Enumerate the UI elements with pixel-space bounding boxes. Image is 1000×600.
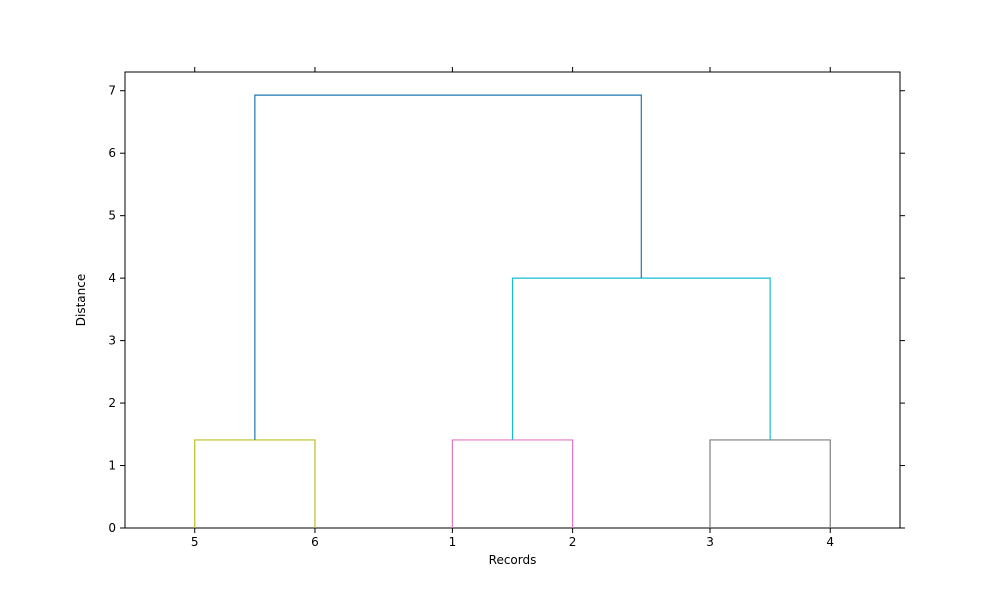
y-tick-label: 3 xyxy=(108,334,116,348)
x-tick-label: 1 xyxy=(449,535,457,549)
dendrogram-link xyxy=(255,95,641,440)
y-tick-label: 1 xyxy=(108,459,116,473)
y-axis-ticks: 0 1 2 3 4 5 6 7 xyxy=(108,84,905,535)
dendrogram-link xyxy=(195,440,315,528)
x-tick-label: 3 xyxy=(706,535,714,549)
dendrogram-links xyxy=(195,95,831,528)
y-tick-label: 7 xyxy=(108,84,116,98)
y-tick-label: 5 xyxy=(108,209,116,223)
x-axis-label: Records xyxy=(489,553,537,567)
x-tick-label: 2 xyxy=(569,535,577,549)
chart-svg: 0 1 2 3 4 5 6 7 5 6 1 2 3 4 Records Distance xyxy=(0,0,1000,600)
x-tick-label: 4 xyxy=(826,535,834,549)
y-tick-label: 4 xyxy=(108,271,116,285)
y-tick-label: 2 xyxy=(108,396,116,410)
y-axis-label: Distance xyxy=(74,274,88,326)
x-tick-label: 6 xyxy=(311,535,319,549)
dendrogram-link xyxy=(513,278,771,440)
dendrogram-link xyxy=(452,440,572,528)
y-tick-label: 0 xyxy=(108,521,116,535)
dendrogram-chart: 0 1 2 3 4 5 6 7 5 6 1 2 3 4 Records Distance xyxy=(0,0,1000,600)
x-tick-label: 5 xyxy=(191,535,199,549)
y-tick-label: 6 xyxy=(108,146,116,160)
dendrogram-link xyxy=(710,440,830,528)
